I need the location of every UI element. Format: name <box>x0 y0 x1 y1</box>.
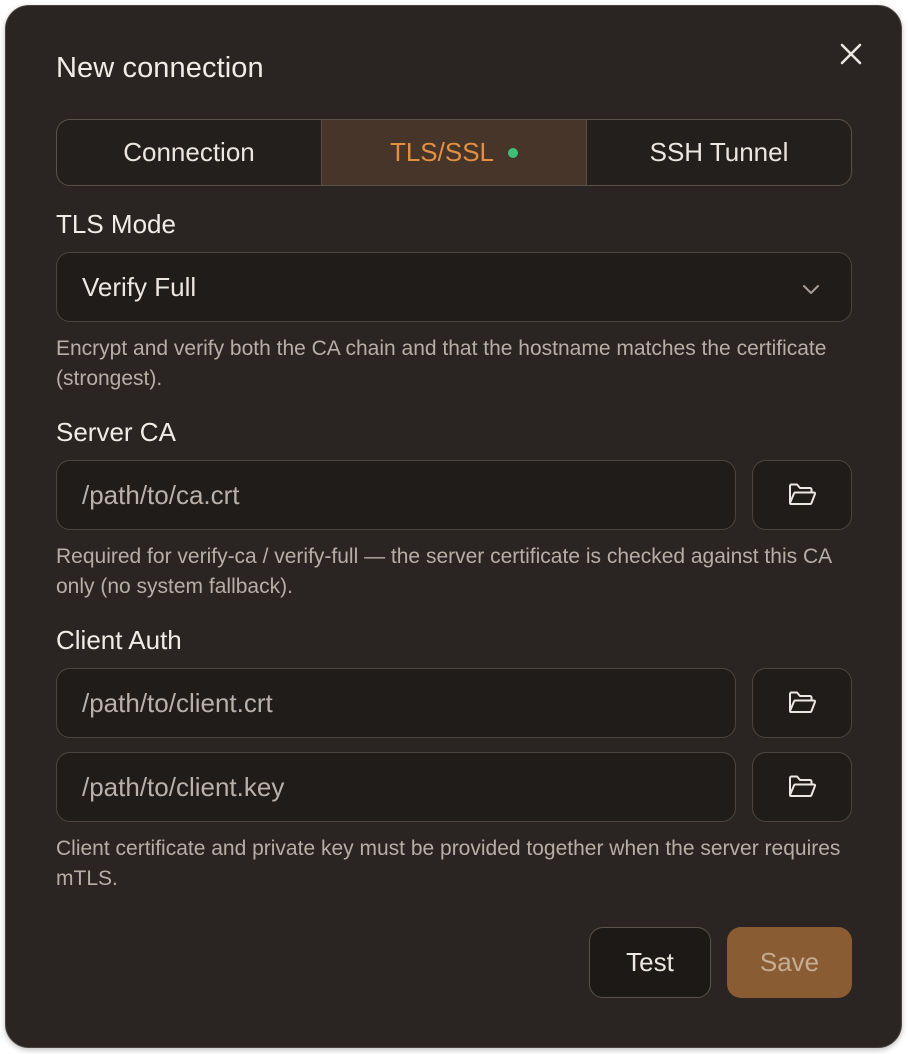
save-button[interactable]: Save <box>727 927 852 998</box>
client-cert-browse-button[interactable] <box>752 668 852 738</box>
client-key-placeholder: /path/to/client.key <box>82 771 285 802</box>
close-icon <box>840 43 862 65</box>
tab-ssh-tunnel[interactable]: SSH Tunnel <box>586 120 851 185</box>
test-button[interactable]: Test <box>589 927 711 998</box>
client-auth-label: Client Auth <box>56 625 182 655</box>
server-ca-browse-button[interactable] <box>752 460 852 530</box>
server-ca-label: Server CA <box>56 417 176 447</box>
server-ca-placeholder: /path/to/ca.crt <box>82 479 240 510</box>
server-ca-help: Required for verify-ca / verify-full — t… <box>56 545 831 598</box>
tab-ssh-tunnel-label: SSH Tunnel <box>649 137 789 167</box>
server-ca-input[interactable]: /path/to/ca.crt <box>56 460 736 530</box>
new-connection-dialog: New connection Connection TLS/SSL SSH Tu… <box>5 5 902 1048</box>
tls-mode-label: TLS Mode <box>56 209 176 239</box>
client-cert-placeholder: /path/to/client.crt <box>82 687 273 718</box>
tab-connection-label: Connection <box>123 137 255 167</box>
folder-open-icon <box>789 691 817 713</box>
tab-tls-ssl[interactable]: TLS/SSL <box>321 120 586 185</box>
client-cert-input[interactable]: /path/to/client.crt <box>56 668 736 738</box>
chevron-down-icon <box>803 285 819 294</box>
folder-open-icon <box>789 775 817 797</box>
folder-open-icon <box>789 483 817 505</box>
client-key-input[interactable]: /path/to/client.key <box>56 752 736 822</box>
tls-mode-help: Encrypt and verify both the CA chain and… <box>56 337 827 390</box>
tls-mode-value: Verify Full <box>82 271 197 302</box>
client-auth-help: Client certificate and private key must … <box>56 837 841 890</box>
dialog-title: New connection <box>56 52 264 84</box>
client-key-browse-button[interactable] <box>752 752 852 822</box>
status-dot <box>508 147 519 158</box>
tab-connection[interactable]: Connection <box>57 120 321 185</box>
tls-mode-select[interactable]: Verify Full <box>56 252 852 322</box>
tab-bar: Connection TLS/SSL SSH Tunnel <box>56 119 852 186</box>
close-button[interactable] <box>834 37 868 71</box>
tab-tls-ssl-label: TLS/SSL <box>389 137 495 167</box>
